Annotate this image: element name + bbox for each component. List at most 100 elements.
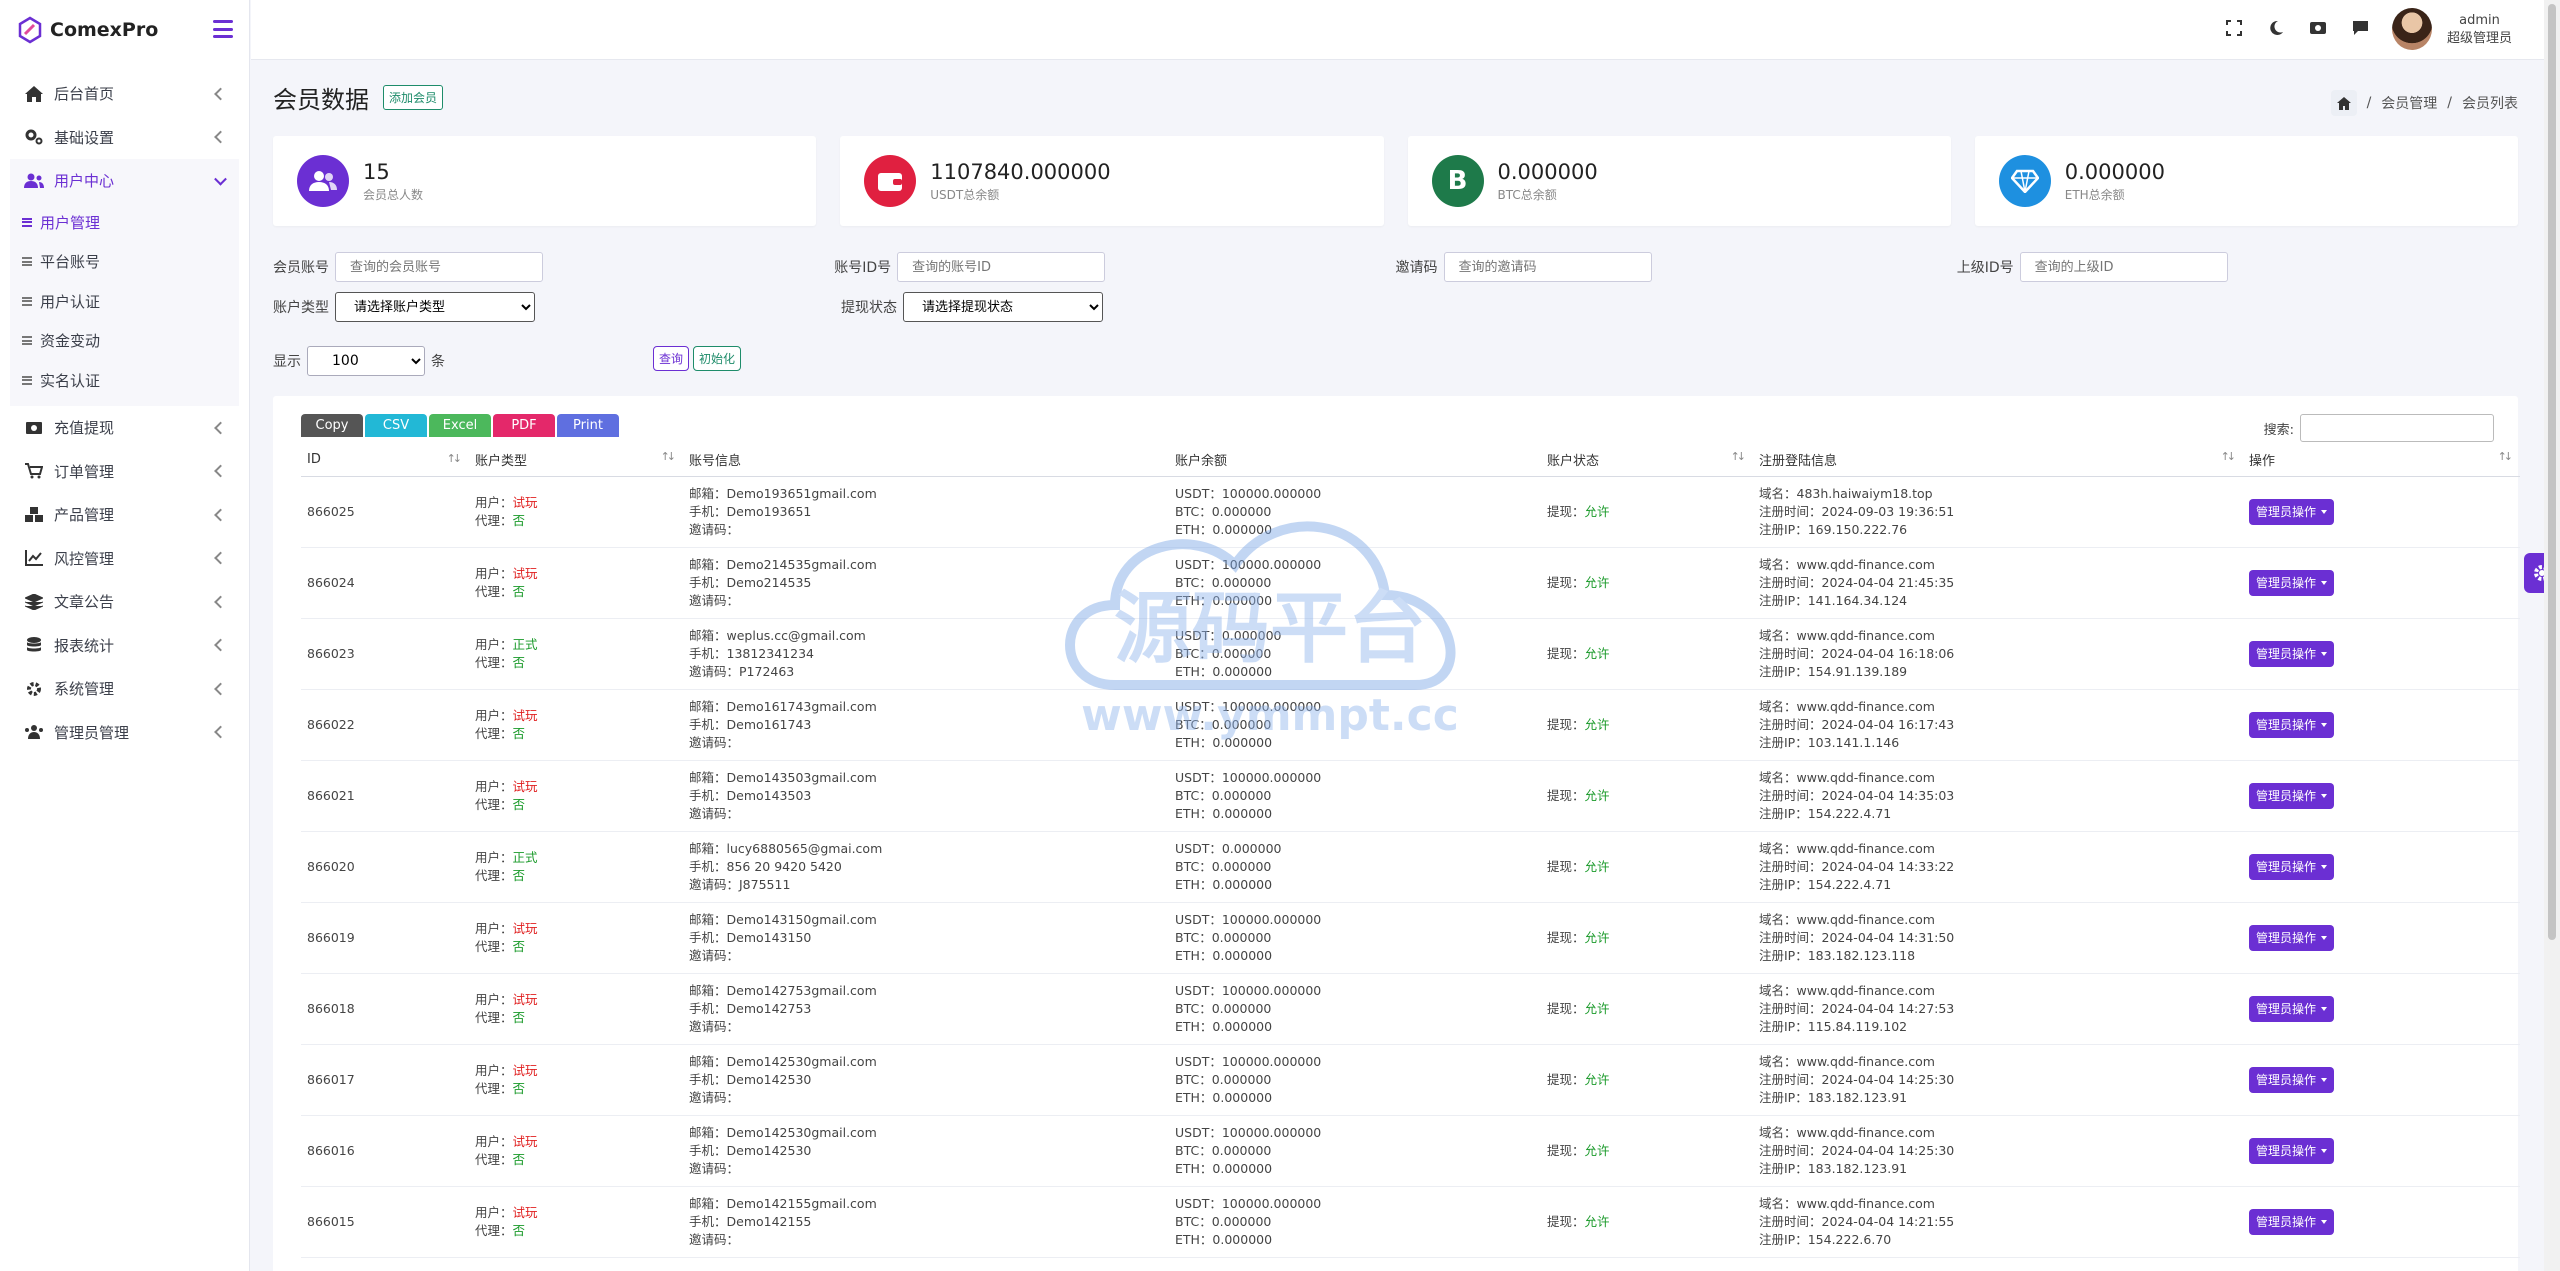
dark-mode-icon[interactable] [2266,18,2286,38]
sidebar-item-3[interactable]: 充值提现 [0,406,249,450]
account-type-cell: 用户：正式 代理：否 [469,831,683,903]
table-panel: Copy CSV Excel PDF Print 搜索: ID账户类型账号信息账… [273,396,2520,1271]
invite-code-input[interactable] [1443,252,1652,282]
print-button[interactable]: Print [557,414,619,437]
balance-cell: USDT：100000.000000 BTC：0.000000 ETH：0.0000… [1169,547,1541,619]
sidebar-item-9[interactable]: 系统管理 [0,667,249,711]
submenu-item-1[interactable]: 平台账号 [10,242,239,282]
sidebar-item-8[interactable]: 报表统计 [0,624,249,668]
breadcrumb-item[interactable]: 会员管理 [2381,93,2437,113]
filter-label: 账户类型 [273,300,329,316]
reset-button[interactable]: 初始化 [693,346,742,371]
sidebar-item-5[interactable]: 产品管理 [0,493,249,537]
action-cell: 管理员操作 [2243,973,2520,1045]
stat-card-btc: B 0.000000 BTC总余额 [1407,136,1951,226]
sidebar-item-label: 文章公告 [54,593,115,612]
balance-cell: USDT：0.000000 BTC：0.000000 ETH：0.000000 [1169,831,1541,903]
csv-button[interactable]: CSV [365,414,427,437]
agent-flag: 否 [512,583,526,599]
message-icon[interactable] [2350,18,2370,38]
user-type: 试玩 [512,991,538,1007]
avatar[interactable] [2392,8,2432,50]
admin-action-button[interactable]: 管理员操作 [2249,782,2335,809]
admin-action-button[interactable]: 管理员操作 [2249,1208,2335,1235]
sidebar-item-2[interactable]: 用户中心 [10,159,239,203]
user-type: 试玩 [512,920,538,936]
scrollbar[interactable] [2544,0,2560,1271]
column-header[interactable]: ID [301,444,469,477]
money-icon[interactable] [2308,18,2328,38]
sidebar-item-label: 充值提现 [54,419,115,438]
register-info-cell: 域名：www.qdd-finance.com 注册时间：2024-04-04 21… [1753,547,2243,619]
pdf-button[interactable]: PDF [493,414,555,437]
admin-action-button[interactable]: 管理员操作 [2249,640,2335,667]
withdraw-status: 允许 [1584,1142,1610,1158]
table-row: 866016 用户：试玩 代理：否 邮箱：Demo142530gmail.com 手机：… [301,1115,2520,1187]
copy-button[interactable]: Copy [301,414,363,437]
account-type-cell: 用户：试玩 代理：否 [469,1115,683,1187]
column-header[interactable]: 注册登陆信息 [1753,444,2243,477]
column-header[interactable]: 账号信息 [683,444,1169,477]
gear-icon [24,680,44,698]
page-size-select[interactable]: 100 [307,346,425,376]
table-search-input[interactable] [2300,414,2494,442]
action-cell: 管理员操作 [2243,618,2520,690]
account-type-select[interactable]: 请选择账户类型 [335,292,535,322]
submenu-item-2[interactable]: 用户认证 [10,282,239,322]
sidebar-item-10[interactable]: 管理员管理 [0,711,249,755]
admin-action-button[interactable]: 管理员操作 [2249,711,2335,738]
sidebar-item-6[interactable]: 风控管理 [0,537,249,581]
withdraw-status-select[interactable]: 请选择提现状态 [903,292,1103,322]
admin-action-button[interactable]: 管理员操作 [2249,498,2335,525]
stat-label: ETH总余额 [2064,187,2125,202]
account-id-input[interactable] [897,252,1106,282]
user-info[interactable]: admin 超级管理员 [2447,12,2512,48]
sidebar-item-1[interactable]: 基础设置 [0,116,249,160]
table-row: 866017 用户：试玩 代理：否 邮箱：Demo142530gmail.com 手机：… [301,1044,2520,1116]
submenu-item-3[interactable]: 资金变动 [10,321,239,361]
column-header[interactable]: 账户状态 [1541,444,1753,477]
submenu-item-4[interactable]: 实名认证 [10,361,239,401]
menu-toggle-icon[interactable] [213,20,233,38]
member-account-input[interactable] [335,252,543,282]
sidebar-item-4[interactable]: 订单管理 [0,450,249,494]
stat-card-members: 15 会员总人数 [273,136,817,226]
admin-action-button[interactable]: 管理员操作 [2249,1066,2335,1093]
withdraw-status: 允许 [1584,645,1610,661]
balance-cell: USDT：100000.000000 BTC：0.000000 ETH：0.0000… [1169,1186,1541,1258]
user-type: 试玩 [512,1133,538,1149]
chevron-icon [214,421,227,435]
user-type: 试玩 [512,1204,538,1220]
query-button[interactable]: 查询 [653,346,690,371]
filter-label: 会员账号 [273,260,329,276]
account-info-cell: 邮箱：Demo214535gmail.com 手机：Demo214535 邀请码： [683,547,1169,619]
column-header[interactable]: 操作 [2243,444,2520,477]
admin-action-button[interactable]: 管理员操作 [2249,995,2335,1022]
table-search: 搜索: [2264,414,2494,442]
admin-action-button[interactable]: 管理员操作 [2249,1137,2335,1164]
home-icon[interactable] [2330,90,2357,116]
excel-button[interactable]: Excel [429,414,491,437]
fullscreen-icon[interactable] [2224,18,2244,38]
parent-id-input[interactable] [2019,252,2228,282]
stat-label: BTC总余额 [1497,187,1557,202]
stat-value: 1107840.000000 [930,159,1111,184]
agent-flag: 否 [512,938,526,954]
sidebar-item-0[interactable]: 后台首页 [0,72,249,116]
add-member-button[interactable]: 添加会员 [383,85,444,110]
brand-logo[interactable]: ComexPro [0,0,249,60]
admin-action-button[interactable]: 管理员操作 [2249,853,2335,880]
column-header[interactable]: 账户类型 [469,444,683,477]
filter-form: 会员账号 账号ID号 邀请码 上级ID号 账户类型请选择账户类型 提现状态请选择… [273,250,2518,330]
column-header[interactable]: 账户余额 [1169,444,1541,477]
admin-action-button[interactable]: 管理员操作 [2249,569,2335,596]
user-type: 试玩 [512,1062,538,1078]
admin-action-button[interactable]: 管理员操作 [2249,924,2335,951]
table-row: 866020 用户：正式 代理：否 邮箱：lucy6880565@gmai.com 手机… [301,831,2520,903]
row-id: 866015 [301,1186,469,1258]
query-buttons: 查询 初始化 [653,346,742,371]
submenu-item-0[interactable]: 用户管理 [10,203,239,243]
sidebar-item-7[interactable]: 文章公告 [0,580,249,624]
status-cell: 提现：允许 [1541,476,1753,548]
table-row: 866021 用户：试玩 代理：否 邮箱：Demo143503gmail.com 手机：… [301,760,2520,832]
